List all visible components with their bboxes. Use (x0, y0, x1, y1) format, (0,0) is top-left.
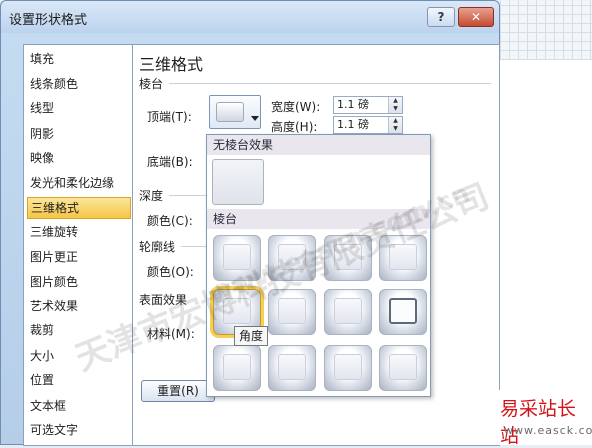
bevel-option-convex[interactable] (324, 289, 372, 335)
window-title: 设置形状格式 (9, 13, 88, 28)
site-name: 易采站长站 (500, 398, 577, 447)
sidebar-item-picture-color[interactable]: 图片颜色 (27, 271, 131, 293)
bevel-option-slope[interactable] (379, 289, 427, 335)
tooltip: 角度 (234, 326, 268, 346)
sidebar-item-shadow[interactable]: 阴影 (27, 123, 131, 145)
no-bevel-header: 无棱台效果 (207, 135, 430, 155)
bevel-option-cool-slant[interactable] (379, 235, 427, 281)
bevel-option-cross[interactable] (324, 235, 372, 281)
bevel-option-hard-edge[interactable] (324, 345, 372, 391)
bevel-header: 棱台 (207, 209, 430, 229)
bevel-option-soft-round[interactable] (268, 289, 316, 335)
height-label: 高度(H): (271, 120, 318, 134)
bevel-option-circle[interactable] (213, 235, 261, 281)
bevel-option-relaxed-inset[interactable] (268, 235, 316, 281)
material-label: 材料(M): (147, 327, 195, 341)
bevel-option-riblet[interactable] (268, 345, 316, 391)
top-bevel-label: 顶端(T): (147, 110, 192, 124)
title-bar: 设置形状格式 ? ✕ (1, 1, 499, 33)
sidebar-item-size[interactable]: 大小 (27, 345, 131, 367)
divider (169, 83, 491, 84)
sidebar-item-line-color[interactable]: 线条颜色 (27, 73, 131, 95)
sidebar-item-artistic-effects[interactable]: 艺术效果 (27, 295, 131, 317)
top-bevel-dropdown[interactable] (209, 95, 261, 129)
sidebar-item-reflection[interactable]: 映像 (27, 147, 131, 169)
page-title: 三维格式 (139, 55, 204, 74)
sidebar-item-fill[interactable]: 填充 (27, 48, 131, 70)
site-url: www.easck.com (504, 424, 592, 437)
help-button[interactable]: ? (427, 7, 455, 27)
close-button[interactable]: ✕ (458, 7, 494, 27)
divider (169, 195, 209, 196)
bevel-preview-icon (216, 102, 244, 122)
contour-color-label: 颜色(O): (147, 265, 194, 279)
sidebar-item-position[interactable]: 位置 (27, 369, 131, 391)
bevel-option-art-deco[interactable] (379, 345, 427, 391)
sidebar-item-line-style[interactable]: 线型 (27, 97, 131, 119)
category-list: 填充 线条颜色 线型 阴影 映像 发光和柔化边缘 三维格式 三维旋转 图片更正 … (23, 44, 138, 446)
chevron-down-icon (251, 110, 259, 124)
sidebar-item-3d-rotation[interactable]: 三维旋转 (27, 221, 131, 243)
bevel-option-divot[interactable] (213, 345, 261, 391)
contour-group-label: 轮廓线 (139, 240, 176, 254)
surface-group-label: 表面效果 (139, 293, 188, 307)
divider (181, 246, 209, 247)
depth-color-label: 颜色(C): (147, 214, 193, 228)
bottom-bevel-label: 底端(B): (147, 155, 193, 169)
reset-button[interactable]: 重置(R) (141, 380, 215, 402)
sidebar-item-alt-text[interactable]: 可选文字 (27, 419, 131, 441)
bevel-option-none[interactable] (212, 159, 264, 205)
spin-arrows-icon[interactable]: ▲ ▼ (388, 97, 402, 113)
height-value: 1.1 磅 (337, 118, 369, 131)
site-logo: 易采站长站 www.easck.com (494, 390, 592, 447)
spin-arrows-icon[interactable]: ▲ ▼ (388, 117, 402, 133)
sidebar-item-glow[interactable]: 发光和柔化边缘 (27, 172, 131, 194)
width-label: 宽度(W): (271, 100, 321, 114)
sidebar-item-text-box[interactable]: 文本框 (27, 395, 131, 417)
sidebar-item-3d-format[interactable]: 三维格式 (27, 197, 131, 219)
bevel-gallery: 无棱台效果 棱台 (206, 134, 431, 397)
width-value: 1.1 磅 (337, 98, 369, 111)
depth-group-label: 深度 (139, 189, 164, 203)
height-spinner[interactable]: 1.1 磅 ▲ ▼ (333, 116, 403, 134)
sidebar-item-picture-corrections[interactable]: 图片更正 (27, 246, 131, 268)
width-spinner[interactable]: 1.1 磅 ▲ ▼ (333, 96, 403, 114)
sidebar-item-crop[interactable]: 裁剪 (27, 319, 131, 341)
bevel-group-label: 棱台 (139, 77, 164, 91)
background-panel (496, 60, 592, 445)
